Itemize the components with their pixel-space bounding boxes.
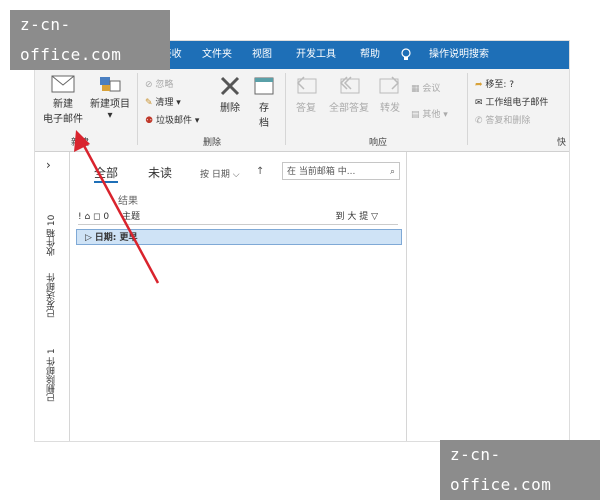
tell-me-search[interactable]: 操作说明搜索 <box>417 41 501 69</box>
forward-label: 转发 <box>380 103 400 114</box>
group-divider <box>467 73 468 145</box>
filter-all[interactable]: 全部 <box>94 164 119 183</box>
folder-arrow-icon: ➦ <box>475 80 486 90</box>
column-subject[interactable]: 主题 <box>122 212 140 222</box>
quickstep-reply-delete[interactable]: ✆ 答复和删除 <box>475 113 530 126</box>
reply-delete-label: 答复和删除 <box>485 116 531 126</box>
tab-folder[interactable]: 文件夹 <box>197 41 237 69</box>
more-label: 其他 <box>422 110 441 120</box>
expand-group-icon[interactable]: ▷ <box>85 233 95 243</box>
quickstep-move-to[interactable]: ➦ 移至: ? <box>475 77 514 90</box>
ignore-button[interactable]: ⊘ 忽略 <box>145 77 173 90</box>
search-input[interactable]: 在 当前邮箱 中... ⌕ <box>282 162 400 180</box>
date-group-label: 日期: 更早 <box>94 233 138 243</box>
reply-icon <box>296 76 317 94</box>
delete-x-icon <box>220 76 240 96</box>
junk-label: 垃圾邮件 <box>155 116 192 126</box>
move-to-label: 移至: ? <box>485 80 515 90</box>
column-icons[interactable]: ! ⌂ ◻ 0 <box>78 212 109 222</box>
ribbon: 新建 电子邮件 新建项目 ▾ 新建 ⊘ 忽略 ✎ 清理 ▾ ⚉ 垃圾邮件 ▾ 删… <box>35 69 569 152</box>
reply-all-button[interactable]: 全部答复 <box>327 75 371 114</box>
junk-button[interactable]: ⚉ 垃圾邮件 ▾ <box>145 113 199 126</box>
chevron-down-icon: ▾ <box>107 110 113 121</box>
group-label-quick-steps: 快 <box>557 138 567 148</box>
outlook-window: 文件 开始 发送/接收 文件夹 视图 开发工具 帮助 操作说明搜索 新建 电子邮… <box>34 40 570 442</box>
junk-icon: ⚉ <box>145 116 156 126</box>
group-divider <box>285 73 286 145</box>
cleanup-button[interactable]: ✎ 清理 ▾ <box>145 95 181 108</box>
reply-delete-icon: ✆ <box>475 116 486 126</box>
tab-help[interactable]: 帮助 <box>355 41 385 69</box>
group-divider <box>137 73 138 145</box>
search-placeholder: 在 当前邮箱 中... <box>287 167 356 177</box>
meeting-button[interactable]: ▦ 会议 <box>411 81 440 94</box>
more-icon: ▤ <box>411 110 423 120</box>
tab-view[interactable]: 视图 <box>247 41 277 69</box>
column-right-headers[interactable]: 到 大 提 ▽ <box>335 210 378 224</box>
message-list-pane: 全部 未读 按 日期 ⌵ ↑ 在 当前邮箱 中... ⌕ 结果 ! ⌂ ◻ 0 … <box>70 152 407 441</box>
calendar-icon: ▦ <box>411 84 423 94</box>
ignore-label: 忽略 <box>155 80 174 90</box>
team-email-label: 工作组电子邮件 <box>485 98 549 108</box>
archive-button[interactable]: 存 档 <box>249 75 279 129</box>
archive-label-2: 档 <box>259 118 269 129</box>
envelope-icon <box>51 75 75 93</box>
watermark-bottom: z-cn-office.com <box>440 440 600 500</box>
broom-icon: ✎ <box>145 98 156 108</box>
reply-all-icon <box>339 76 360 94</box>
new-items-label: 新建项目 <box>90 99 130 110</box>
column-header: ! ⌂ ◻ 0 主题 到 大 提 ▽ <box>78 210 398 225</box>
delete-button[interactable]: 删除 <box>215 75 245 114</box>
new-items-button[interactable]: 新建项目 ▾ <box>87 75 133 121</box>
group-label-respond: 响应 <box>369 138 388 148</box>
meeting-label: 会议 <box>422 84 441 94</box>
folder-sent[interactable]: 已发送邮件 <box>45 260 58 318</box>
forward-icon <box>379 76 400 94</box>
reply-button[interactable]: 答复 <box>291 75 321 114</box>
new-email-button[interactable]: 新建 电子邮件 <box>41 75 85 125</box>
cleanup-label: 清理 <box>155 98 174 108</box>
new-email-label-1: 新建 <box>53 99 73 110</box>
more-respond-button[interactable]: ▤ 其他 ▾ <box>411 107 448 120</box>
quickstep-team-email[interactable]: ✉ 工作组电子邮件 <box>475 95 548 108</box>
folder-inbox[interactable]: 收件箱 10 <box>45 192 58 256</box>
forward-button[interactable]: 转发 <box>375 75 405 114</box>
group-label-new: 新建 <box>71 138 90 148</box>
archive-label-1: 存 <box>259 103 269 114</box>
reply-label: 答复 <box>296 103 316 114</box>
sort-by-date[interactable]: 按 日期 ⌵ <box>200 167 240 180</box>
delete-label: 删除 <box>220 103 240 114</box>
new-email-label-2: 电子邮件 <box>43 114 83 125</box>
results-label: 结果 <box>118 196 138 207</box>
group-label-delete: 删除 <box>203 138 222 148</box>
filter-unread[interactable]: 未读 <box>148 164 172 181</box>
lightbulb-icon <box>399 41 413 69</box>
folder-rail: › 收件箱 10 已发送邮件 已删除邮件 1 <box>35 152 70 441</box>
watermark-top: z-cn-office.com <box>10 10 170 70</box>
folder-deleted[interactable]: 已删除邮件 1 <box>45 324 58 402</box>
email-icon: ✉ <box>475 98 486 108</box>
ignore-icon: ⊘ <box>145 80 156 90</box>
sort-direction-button[interactable]: ↑ <box>256 166 264 177</box>
archive-icon <box>254 77 274 95</box>
new-items-icon <box>100 77 121 92</box>
tab-developer[interactable]: 开发工具 <box>287 41 345 69</box>
reply-all-label: 全部答复 <box>329 103 369 114</box>
search-icon[interactable]: ⌕ <box>390 163 395 181</box>
expand-folders-button[interactable]: › <box>46 158 51 172</box>
date-group-row[interactable]: ▷ 日期: 更早 <box>76 229 402 245</box>
